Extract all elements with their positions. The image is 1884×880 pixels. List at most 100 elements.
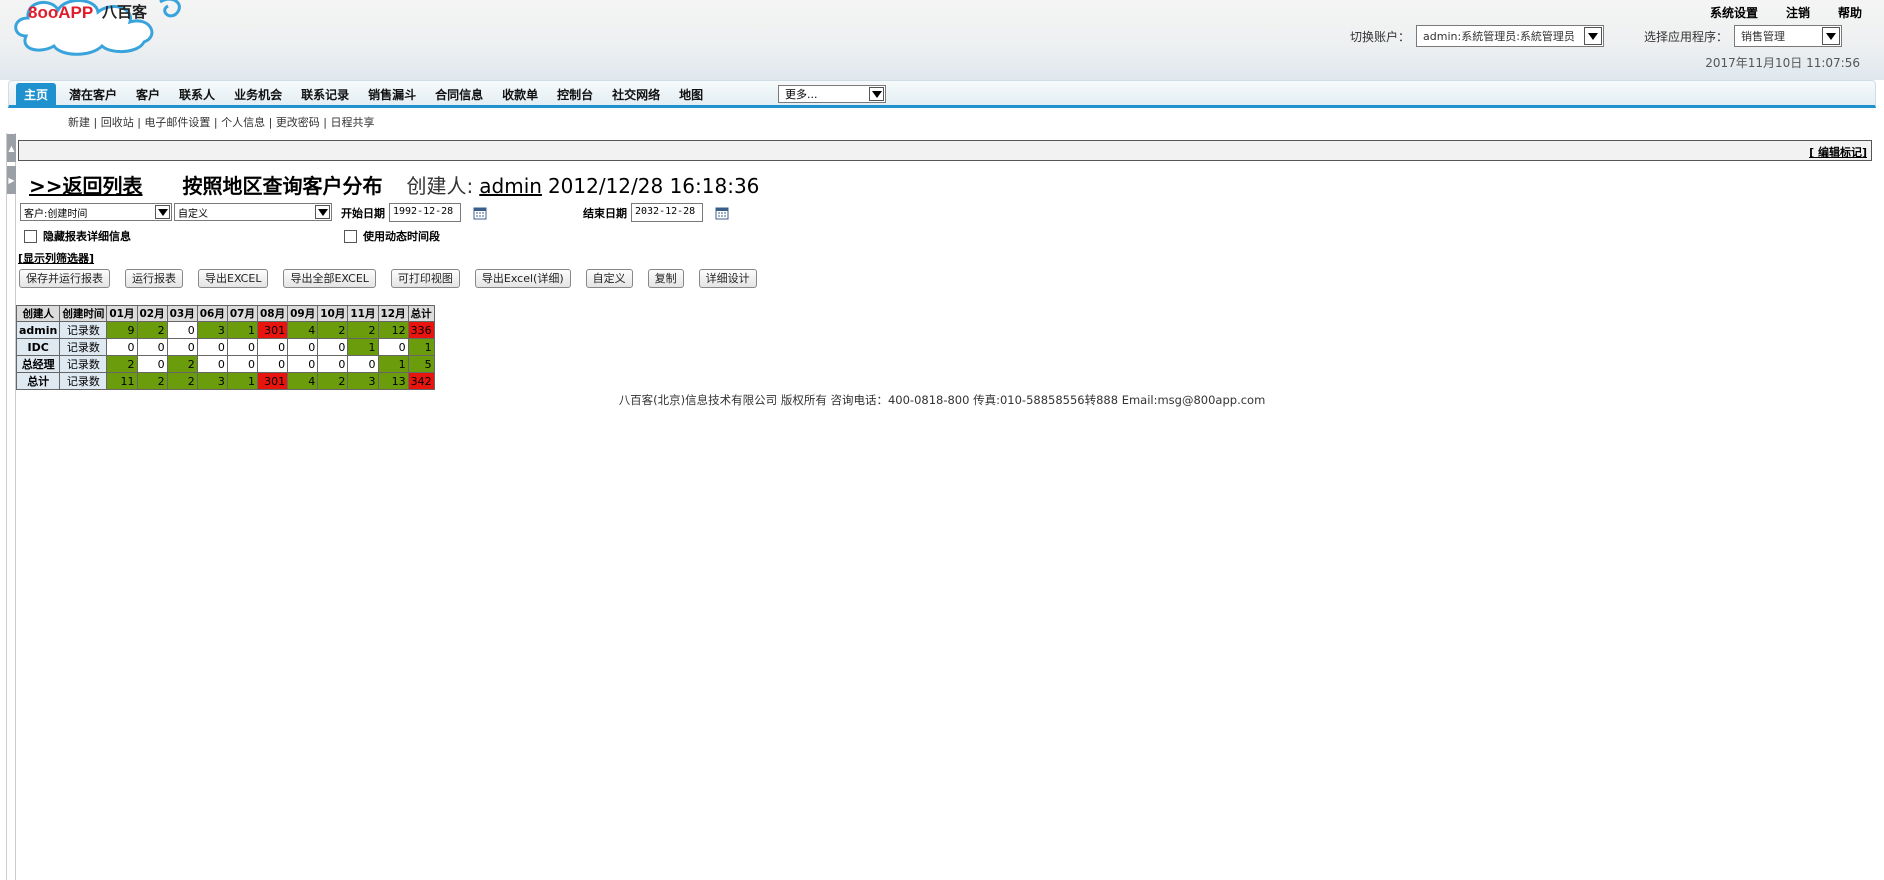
detail-design-button[interactable]: 详细设计: [698, 269, 757, 288]
table-row: IDC 记录数 0 0 0 0 0 0 0 0 1 0 1: [15, 338, 435, 356]
table-cell: 301: [256, 372, 289, 390]
printable-view-button[interactable]: 可打印视图: [390, 269, 460, 288]
left-sidebar-rail: [6, 133, 16, 880]
report-title-row: >>返回列表 按照地区查询客户分布 创建人: admin 2012/12/28 …: [29, 170, 759, 199]
tab-sales-funnel[interactable]: 销售漏斗: [368, 83, 416, 106]
table-cell: 12: [377, 321, 409, 339]
export-excel-detail-button[interactable]: 导出Excel(详细): [474, 269, 571, 288]
range-select[interactable]: 自定义: [174, 203, 332, 221]
table-cell: 4: [287, 321, 319, 339]
table-cell: 0: [287, 338, 319, 356]
column-header: 02月: [136, 305, 168, 322]
table-cell: 0: [226, 338, 259, 356]
subnav-email-settings[interactable]: 电子邮件设置: [144, 116, 210, 129]
report-name: 按照地区查询客户分布: [182, 174, 383, 198]
column-header: 08月: [256, 305, 289, 322]
column-header: 总计: [407, 305, 435, 322]
column-header: 12月: [377, 305, 409, 322]
chevron-down-icon: [315, 205, 330, 219]
account-label: 切换账户：: [1350, 29, 1411, 44]
export-excel-button[interactable]: 导出EXCEL: [198, 269, 269, 288]
edit-mark-link[interactable]: [ 编辑标记]: [1809, 144, 1867, 160]
subnav-profile[interactable]: 个人信息: [221, 116, 265, 129]
table-cell: 301: [256, 321, 289, 339]
column-header: 创建人: [15, 305, 61, 322]
tab-contracts[interactable]: 合同信息: [435, 83, 483, 106]
app-value: 销售管理: [1741, 30, 1786, 43]
header: 8ooAPP 八百客 系统设置 注销 帮助 切换账户： admin:系統管理员:…: [0, 0, 1884, 80]
subnav-change-password[interactable]: 更改密码: [276, 116, 320, 129]
table-cell: 0: [256, 355, 289, 373]
tab-contacts[interactable]: 联系人: [179, 83, 215, 106]
column-header: 创建时间: [59, 305, 108, 322]
table-cell: 2: [347, 321, 379, 339]
top-links: 系统设置 注销 帮助: [1710, 4, 1862, 21]
row-metric: 记录数: [59, 338, 108, 356]
logo: 8ooAPP 八百客: [14, 0, 181, 56]
field-filter: 客户:创建时间: [20, 203, 172, 221]
chevron-down-icon: [869, 87, 884, 101]
calendar-icon[interactable]: [473, 206, 487, 220]
hide-detail-label: 隐藏报表详细信息: [43, 230, 131, 243]
more-tabs-select[interactable]: 更多...: [778, 85, 886, 103]
table-cell: 3: [347, 372, 379, 390]
table-header-row: 创建人 创建时间 01月 02月 03月 06月 07月 08月 09月 10月…: [15, 305, 435, 322]
subnav-recycle[interactable]: 回收站: [101, 116, 134, 129]
copy-button[interactable]: 复制: [647, 269, 684, 288]
app-label: 选择应用程序：: [1644, 29, 1729, 44]
show-column-filter-link[interactable]: [显示列筛选器]: [18, 250, 94, 266]
end-date-input[interactable]: 2032-12-28: [631, 203, 703, 222]
column-header: 07月: [226, 305, 259, 322]
tab-customers[interactable]: 客户: [136, 83, 160, 106]
report-table: 创建人 创建时间 01月 02月 03月 06月 07月 08月 09月 10月…: [15, 305, 435, 390]
tab-home[interactable]: 主页: [16, 83, 57, 106]
start-date-input[interactable]: 1992-12-28: [389, 203, 461, 222]
tab-social[interactable]: 社交网络: [612, 83, 660, 106]
table-cell: 5: [407, 355, 435, 373]
subnav-new[interactable]: 新建: [68, 116, 90, 129]
table-cell: 0: [166, 321, 198, 339]
hide-detail-checkbox[interactable]: [24, 229, 37, 243]
help-link[interactable]: 帮助: [1838, 4, 1862, 21]
export-all-excel-button[interactable]: 导出全部EXCEL: [283, 269, 376, 288]
expand-right-icon[interactable]: ▶: [7, 166, 16, 194]
table-cell: 2: [136, 321, 168, 339]
back-to-list-link[interactable]: >>返回列表: [29, 170, 143, 199]
table-cell: 11: [106, 372, 138, 390]
dynamic-period-label: 使用动态时间段: [363, 230, 440, 243]
subnav-schedule-share[interactable]: 日程共享: [331, 116, 375, 129]
column-header: 06月: [196, 305, 228, 322]
chevron-down-icon: [1584, 27, 1603, 45]
run-report-button[interactable]: 运行报表: [125, 269, 183, 288]
save-run-button[interactable]: 保存并运行报表: [19, 269, 110, 288]
tab-leads[interactable]: 潜在客户: [69, 83, 117, 106]
table-cell: 1: [407, 338, 435, 356]
logout-link[interactable]: 注销: [1786, 4, 1810, 21]
svg-text:8ooAPP: 8ooAPP: [28, 3, 93, 22]
mark-bar: [ 编辑标记]: [18, 140, 1872, 161]
date-field-select[interactable]: 客户:创建时间: [20, 203, 172, 221]
tab-map[interactable]: 地图: [679, 83, 703, 106]
collapse-up-icon[interactable]: ▲: [7, 134, 16, 162]
table-cell: 336: [407, 321, 435, 339]
tab-contact-records[interactable]: 联系记录: [301, 83, 349, 106]
table-cell: 2: [136, 372, 168, 390]
start-date-label: 开始日期: [341, 206, 385, 220]
tab-receipts[interactable]: 收款单: [502, 83, 538, 106]
account-select[interactable]: admin:系統管理员:系統管理员: [1416, 25, 1605, 47]
svg-text:八百客: 八百客: [101, 3, 148, 21]
calendar-icon[interactable]: [715, 206, 729, 220]
customize-button[interactable]: 自定义: [585, 269, 633, 288]
tab-console[interactable]: 控制台: [557, 83, 593, 106]
table-cell: 1: [226, 372, 259, 390]
row-label: admin: [15, 321, 61, 339]
table-cell: 4: [287, 372, 319, 390]
sub-nav: 新建 | 回收站 | 电子邮件设置 | 个人信息 | 更改密码 | 日程共享: [68, 116, 375, 129]
row-metric: 记录数: [59, 355, 108, 373]
creator-link[interactable]: admin: [479, 174, 542, 198]
date-field-value: 客户:创建时间: [24, 208, 88, 220]
dynamic-period-checkbox[interactable]: [344, 229, 357, 243]
app-select[interactable]: 销售管理: [1734, 25, 1843, 47]
system-settings-link[interactable]: 系统设置: [1710, 4, 1758, 21]
tab-opportunities[interactable]: 业务机会: [234, 83, 282, 106]
